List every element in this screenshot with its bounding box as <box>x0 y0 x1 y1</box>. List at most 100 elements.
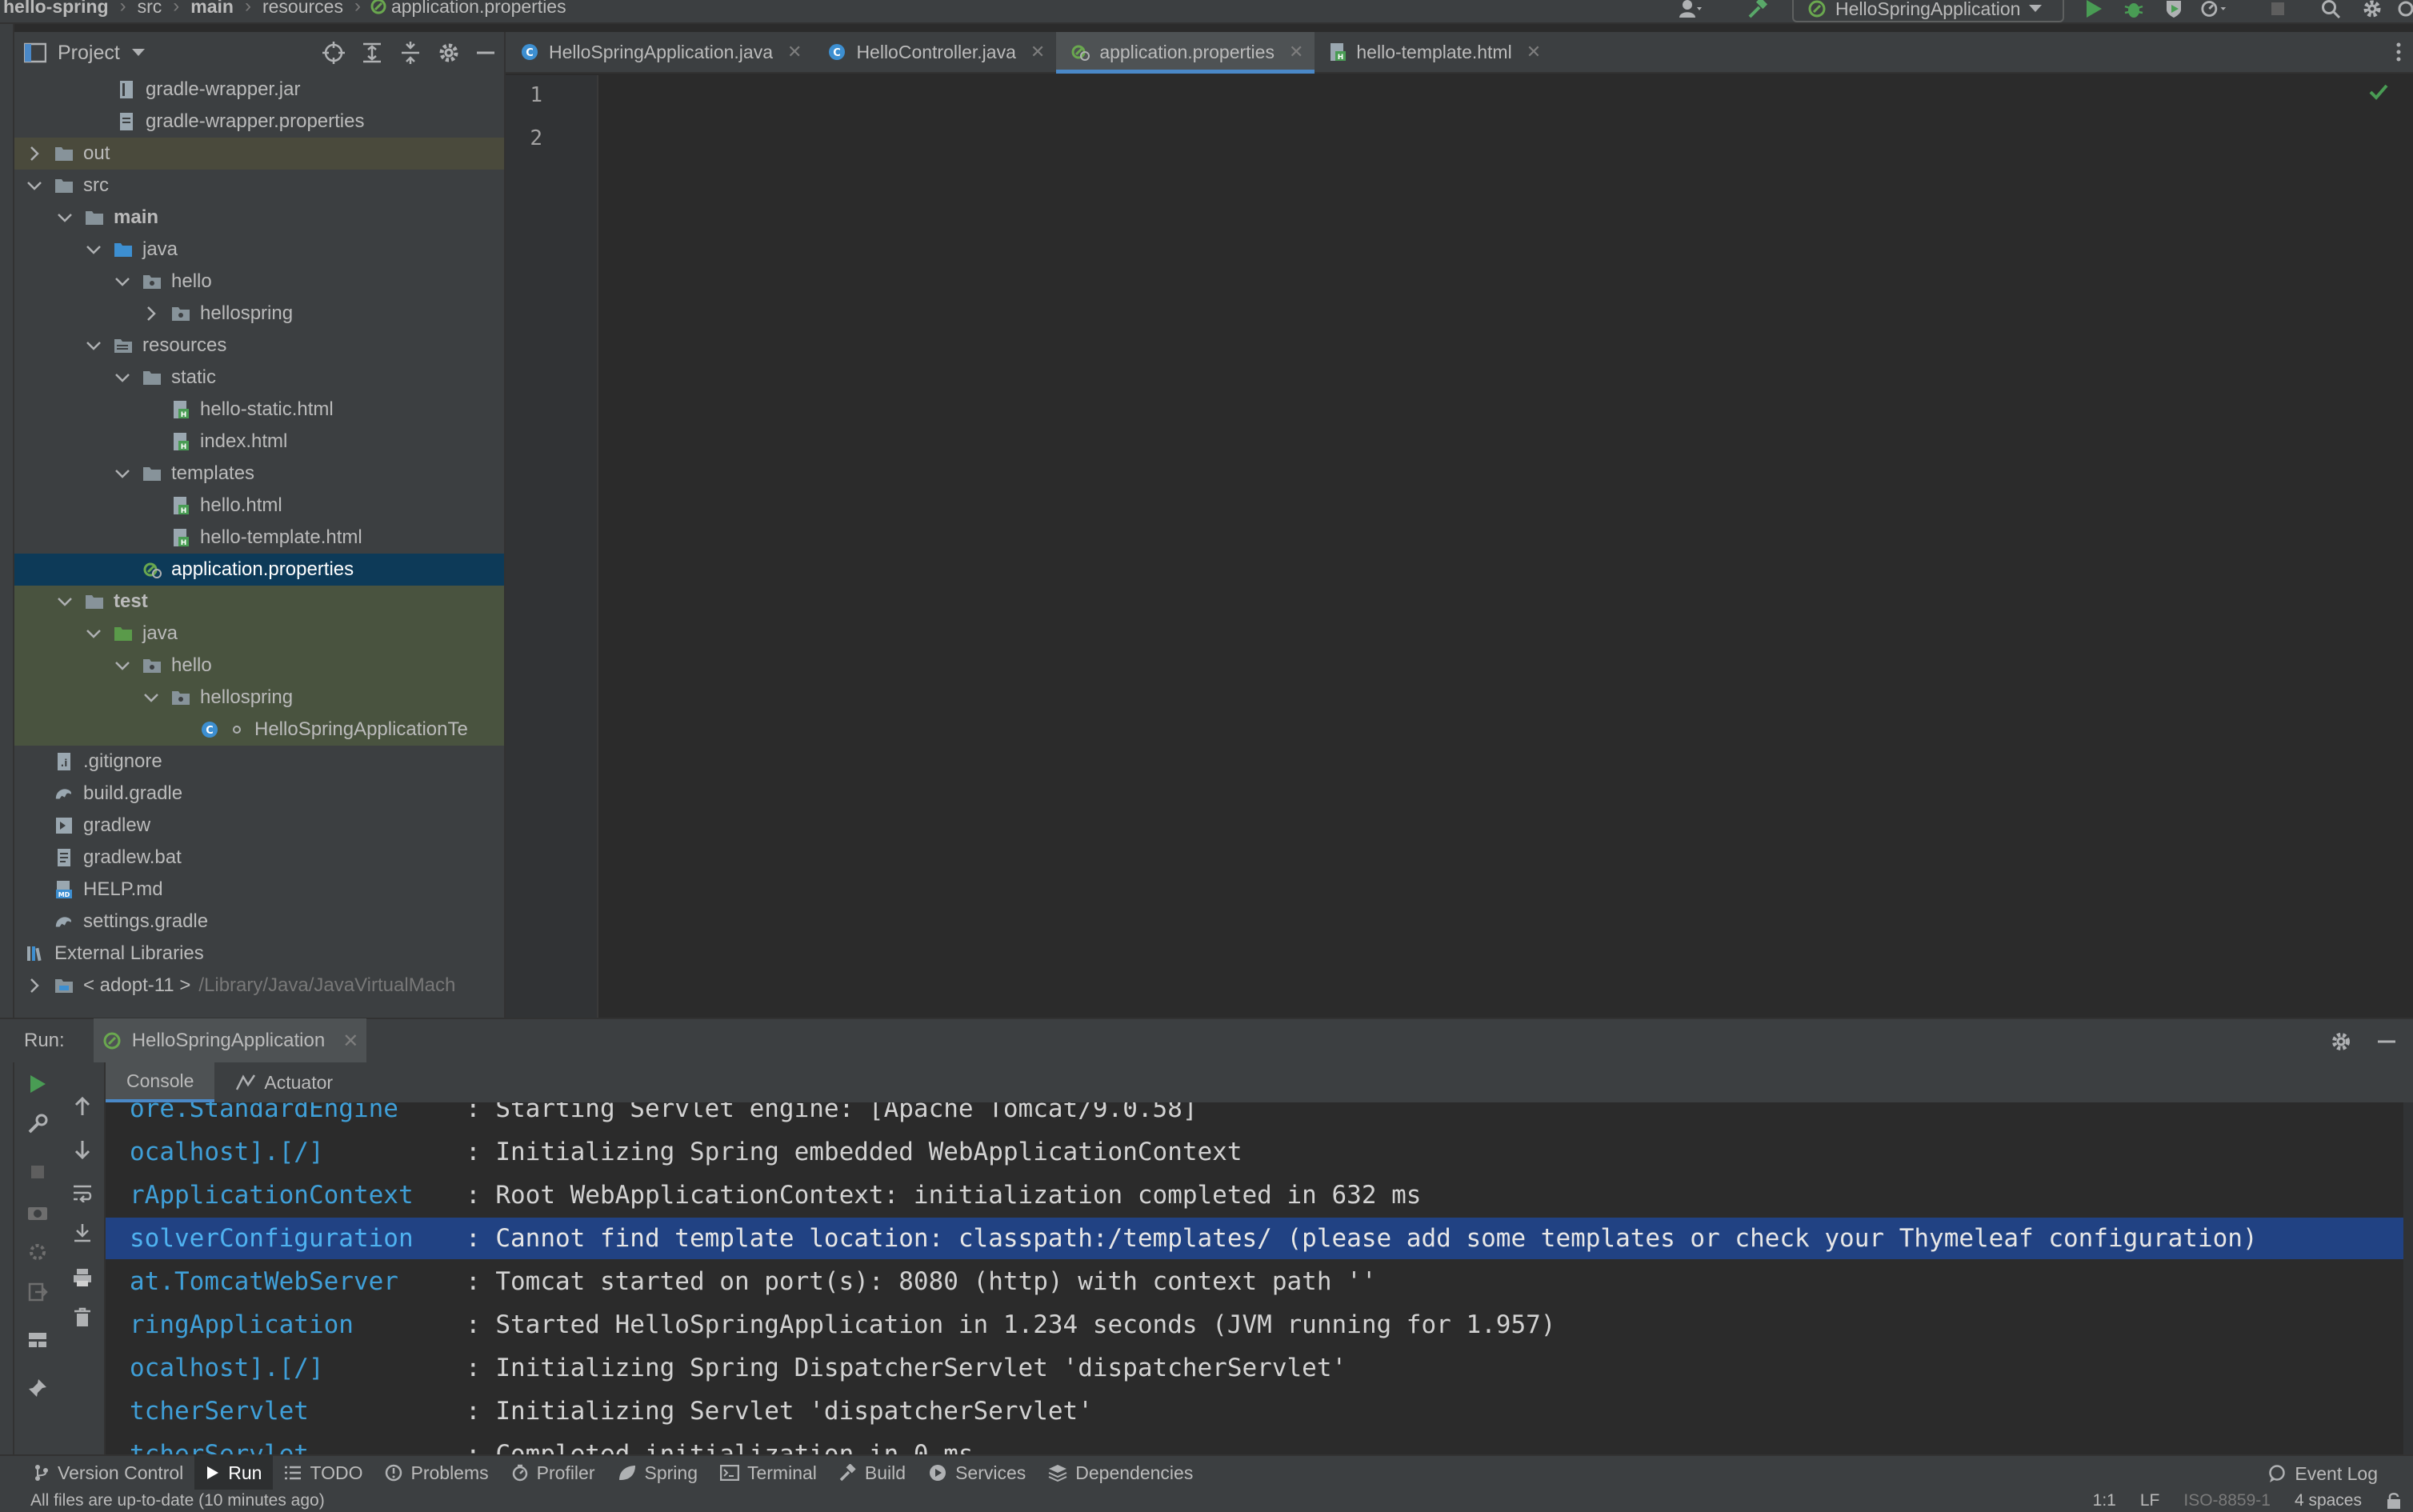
tree-item[interactable]: gradle-wrapper.jar <box>14 74 504 106</box>
line-separator[interactable]: LF <box>2140 1491 2160 1510</box>
editor-tab[interactable]: Hhello-template.html ✕ <box>1315 32 1552 72</box>
chevron-down-icon[interactable] <box>114 465 131 482</box>
toolwindow-button[interactable]: Build <box>828 1455 917 1490</box>
editor-tab[interactable]: C HelloSpringApplication.java ✕ <box>506 32 813 72</box>
run-tab[interactable]: HelloSpringApplication ✕ <box>93 1018 367 1063</box>
close-icon[interactable]: ✕ <box>1527 42 1541 62</box>
log-source[interactable]: tcherServlet <box>130 1397 466 1426</box>
search-icon[interactable] <box>2317 0 2344 22</box>
breadcrumb-resources[interactable]: resources <box>259 0 346 18</box>
log-source[interactable]: at.TomcatWebServer <box>130 1267 466 1296</box>
chevron-down-icon[interactable] <box>85 241 102 258</box>
rerun-icon[interactable] <box>14 1064 61 1104</box>
tree-item[interactable]: Hhello-static.html <box>14 394 504 426</box>
caret-position[interactable]: 1:1 <box>2093 1491 2116 1510</box>
chevron-down-icon[interactable] <box>114 657 131 674</box>
restore-layout-icon[interactable] <box>14 1232 61 1272</box>
more-tabs-icon[interactable] <box>2395 32 2402 72</box>
chevron-down-icon[interactable] <box>85 625 102 642</box>
tree-item[interactable]: Hindex.html <box>14 426 504 458</box>
stop-icon[interactable] <box>14 1152 61 1192</box>
editor-tab[interactable]: application.properties ✕ <box>1056 32 1315 74</box>
tree-item[interactable]: External Libraries <box>14 938 504 970</box>
tab-actuator[interactable]: Actuator <box>214 1062 354 1102</box>
arrow-up-icon[interactable] <box>61 1086 104 1126</box>
tree-item[interactable]: templates <box>14 458 504 490</box>
chevron-down-icon[interactable] <box>26 177 43 194</box>
tree-item[interactable]: java <box>14 234 504 266</box>
tree-item[interactable]: hello <box>14 266 504 298</box>
tree-item[interactable]: Hhello.html <box>14 490 504 522</box>
tree-item[interactable]: gradle-wrapper.properties <box>14 106 504 138</box>
tree-item[interactable]: hellospring <box>14 682 504 714</box>
tree-item[interactable]: resources <box>14 330 504 362</box>
gear-icon[interactable] <box>437 41 461 65</box>
editor-text-area[interactable] <box>600 75 2413 1018</box>
breadcrumb-project[interactable]: hello-spring <box>0 0 112 18</box>
exit-icon[interactable] <box>14 1272 61 1312</box>
tree-item[interactable]: gradlew <box>14 810 504 842</box>
settings-gear-icon[interactable] <box>2359 0 2386 22</box>
scroll-to-end-icon[interactable] <box>61 1213 104 1253</box>
chevron-down-icon[interactable] <box>114 369 131 386</box>
tree-item[interactable]: hellospring <box>14 298 504 330</box>
file-encoding[interactable]: ISO-8859-1 <box>2183 1491 2271 1510</box>
tree-item[interactable]: application.properties <box>14 554 504 586</box>
chevron-down-icon[interactable] <box>114 273 131 290</box>
toolwindow-button[interactable]: Run <box>194 1455 274 1490</box>
tree-item[interactable]: gradlew.bat <box>14 842 504 874</box>
stop-icon[interactable] <box>2264 0 2291 22</box>
pin-icon[interactable] <box>14 1368 61 1408</box>
toolwindow-button[interactable]: Version Control <box>22 1455 194 1490</box>
gear-icon[interactable] <box>2330 1030 2352 1053</box>
event-log-button[interactable]: Event Log <box>2256 1456 2389 1491</box>
tree-item[interactable]: java <box>14 618 504 650</box>
arrow-down-icon[interactable] <box>61 1130 104 1170</box>
editor-tab[interactable]: C HelloController.java ✕ <box>813 32 1056 72</box>
print-icon[interactable] <box>61 1258 104 1298</box>
breadcrumb-file[interactable]: application.properties <box>388 0 570 18</box>
log-source[interactable]: ocalhost].[/] <box>130 1354 466 1382</box>
toolwindow-button[interactable]: TODO <box>273 1455 374 1490</box>
console-output[interactable]: ore.StandardEngine: Starting Servlet eng… <box>106 1102 2403 1454</box>
toolwindow-button[interactable]: Spring <box>606 1455 709 1490</box>
tree-item[interactable]: < adopt-11 > /Library/Java/JavaVirtualMac… <box>14 970 504 1002</box>
console-scrollbar[interactable] <box>2403 1102 2413 1454</box>
lock-icon[interactable] <box>2386 1492 2402 1510</box>
build-hammer-icon[interactable] <box>1744 0 1771 22</box>
minimize-icon[interactable] <box>2376 1030 2397 1053</box>
log-source[interactable]: ringApplication <box>130 1310 466 1339</box>
tree-item[interactable]: test <box>14 586 504 618</box>
chevron-right-icon[interactable] <box>26 977 43 994</box>
tree-item[interactable]: out <box>14 138 504 170</box>
toolwindow-button[interactable]: Terminal <box>709 1455 828 1490</box>
toolwindow-button[interactable]: Problems <box>374 1455 499 1490</box>
chevron-down-icon[interactable] <box>56 209 74 226</box>
toolwindow-button[interactable]: Services <box>917 1455 1037 1490</box>
tree-item[interactable]: build.gradle <box>14 778 504 810</box>
wrench-icon[interactable] <box>14 1104 61 1144</box>
camera-icon[interactable] <box>14 1192 61 1232</box>
tree-item[interactable]: hello <box>14 650 504 682</box>
run-icon[interactable] <box>2080 0 2107 22</box>
locate-file-icon[interactable] <box>322 41 346 65</box>
ide-status-icon[interactable] <box>2392 0 2413 22</box>
close-icon[interactable]: ✕ <box>787 42 802 62</box>
breadcrumb-src[interactable]: src <box>134 0 166 18</box>
breadcrumb-main[interactable]: main <box>187 0 237 18</box>
log-source[interactable]: ocalhost].[/] <box>130 1138 466 1166</box>
tree-item[interactable]: static <box>14 362 504 394</box>
trash-icon[interactable] <box>61 1298 104 1338</box>
chevron-down-icon[interactable] <box>56 593 74 610</box>
chevron-down-icon[interactable] <box>142 689 160 706</box>
project-view-selector[interactable]: Project <box>24 42 146 65</box>
layout-icon[interactable] <box>14 1320 61 1360</box>
tree-item[interactable]: main <box>14 202 504 234</box>
indent-setting[interactable]: 4 spaces <box>2295 1491 2362 1510</box>
collapse-all-icon[interactable] <box>398 41 422 65</box>
chevron-right-icon[interactable] <box>142 305 160 322</box>
coverage-icon[interactable] <box>2160 0 2187 22</box>
close-icon[interactable]: ✕ <box>342 1030 358 1053</box>
tree-item[interactable]: .i .gitignore <box>14 746 504 778</box>
soft-wrap-icon[interactable] <box>61 1173 104 1213</box>
